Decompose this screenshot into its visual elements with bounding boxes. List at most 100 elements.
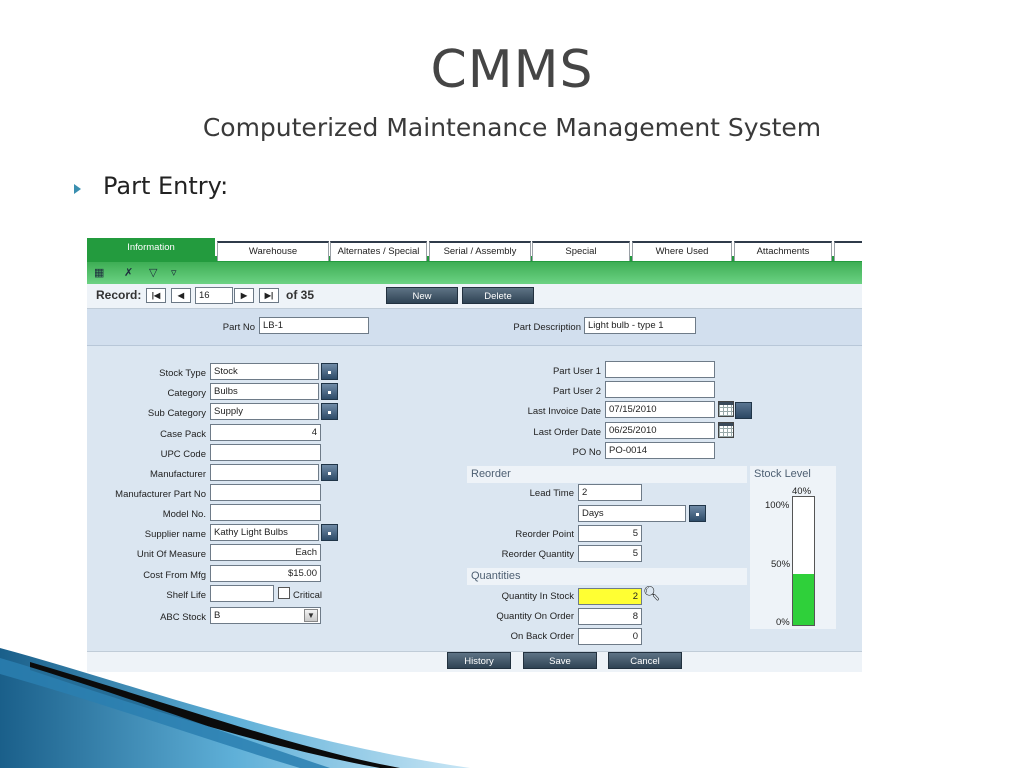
lead-time-field[interactable]: 2 [578, 484, 642, 501]
lead-time-unit-dropdown-button[interactable] [689, 505, 706, 522]
part-no-label: Part No [222, 322, 255, 333]
cost-from-mfg-field[interactable]: $15.00 [210, 565, 321, 582]
category-label: Category [167, 388, 206, 399]
last-record-button[interactable]: ▶| [259, 288, 279, 303]
calendar-clear-button[interactable] [735, 402, 752, 419]
tab-attachments[interactable]: Attachments [734, 241, 832, 261]
shelf-life-field[interactable] [210, 585, 274, 602]
part-user-2-field[interactable] [605, 381, 715, 398]
reorder-quantity-label: Reorder Quantity [501, 549, 574, 560]
slide-title: CMMS [430, 40, 594, 100]
unit-of-measure-field[interactable]: Each [210, 544, 321, 561]
last-invoice-date-field[interactable]: 07/15/2010 [605, 401, 715, 418]
stock-level-tick-50: 50% [771, 559, 791, 570]
new-button[interactable]: New [386, 287, 458, 304]
cost-from-mfg-label: Cost From Mfg [143, 570, 206, 581]
unit-of-measure-label: Unit Of Measure [136, 549, 206, 560]
upc-code-label: UPC Code [160, 449, 206, 460]
part-description-label: Part Description [513, 322, 581, 333]
part-entry-form: Information Warehouse Alternates / Speci… [87, 238, 862, 672]
decorative-swoosh [0, 648, 470, 768]
supplier-name-dropdown-button[interactable] [321, 524, 338, 541]
model-no-label: Model No. [162, 509, 206, 520]
record-number-input[interactable]: 16 [195, 287, 233, 304]
part-no-field[interactable]: LB-1 [259, 317, 369, 334]
quantity-in-stock-label: Quantity In Stock [501, 591, 574, 602]
tab-warehouse[interactable]: Warehouse [217, 241, 329, 261]
stock-level-gauge [792, 496, 815, 626]
on-back-order-field[interactable]: 0 [578, 628, 642, 645]
category-select[interactable]: Bulbs [210, 383, 319, 400]
tab-special[interactable]: Special [532, 241, 630, 261]
filter-apply-icon[interactable]: ▿ [171, 266, 177, 279]
critical-checkbox[interactable] [278, 587, 290, 599]
reorder-section-title: Reorder [467, 466, 747, 483]
magnifier-icon[interactable]: 🔍︎ [643, 585, 661, 602]
quantity-on-order-label: Quantity On Order [496, 611, 574, 622]
shelf-life-label: Shelf Life [166, 590, 206, 601]
reorder-point-field[interactable]: 5 [578, 525, 642, 542]
tab-where-used[interactable]: Where Used [632, 241, 732, 261]
part-description-field[interactable]: Light bulb - type 1 [584, 317, 696, 334]
calendar-icon[interactable] [718, 401, 734, 417]
upc-code-field[interactable] [210, 444, 321, 461]
case-pack-label: Case Pack [160, 429, 206, 440]
part-user-1-label: Part User 1 [552, 366, 601, 377]
reorder-point-label: Reorder Point [515, 529, 574, 540]
case-pack-field[interactable]: 4 [210, 424, 321, 441]
filter-remove-icon[interactable]: ✗ [124, 266, 133, 279]
stock-type-dropdown-button[interactable] [321, 363, 338, 380]
filter-icon[interactable]: ▽ [149, 266, 157, 279]
reorder-quantity-field[interactable]: 5 [578, 545, 642, 562]
tab-alternates-special[interactable]: Alternates / Special [330, 241, 427, 261]
delete-button[interactable]: Delete [462, 287, 534, 304]
toolbar [87, 262, 862, 284]
grid-icon[interactable]: ▦ [94, 266, 104, 279]
quantity-in-stock-field[interactable]: 2 [578, 588, 642, 605]
quantities-section-title: Quantities [467, 568, 747, 585]
stock-level-title: Stock Level [750, 466, 836, 483]
manufacturer-dropdown-button[interactable] [321, 464, 338, 481]
last-invoice-date-label: Last Invoice Date [527, 406, 601, 417]
chevron-down-icon[interactable]: ▼ [304, 609, 318, 622]
supplier-name-select[interactable]: Kathy Light Bulbs [210, 524, 319, 541]
stock-level-tick-0: 0% [776, 617, 790, 628]
tab-information[interactable]: Information [87, 238, 215, 262]
manufacturer-part-no-label: Manufacturer Part No [115, 489, 206, 500]
quantity-on-order-field[interactable]: 8 [578, 608, 642, 625]
sub-category-label: Sub Category [147, 408, 206, 419]
record-label: Record: [96, 288, 142, 302]
stock-type-label: Stock Type [159, 368, 206, 379]
record-total: of 35 [286, 288, 315, 302]
supplier-name-label: Supplier name [144, 529, 206, 540]
part-user-1-field[interactable] [605, 361, 715, 378]
part-user-2-label: Part User 2 [552, 386, 601, 397]
sub-category-select[interactable]: Supply [210, 403, 319, 420]
po-no-field[interactable]: PO-0014 [605, 442, 715, 459]
on-back-order-label: On Back Order [510, 631, 574, 642]
manufacturer-select[interactable] [210, 464, 319, 481]
last-order-date-field[interactable]: 06/25/2010 [605, 422, 715, 439]
stock-level-tick-100: 100% [765, 500, 790, 511]
stock-level-fill [793, 573, 814, 625]
stock-type-select[interactable]: Stock [210, 363, 319, 380]
next-record-button[interactable]: ▶ [234, 288, 254, 303]
manufacturer-label: Manufacturer [150, 469, 206, 480]
first-record-button[interactable]: |◀ [146, 288, 166, 303]
abc-stock-label: ABC Stock [160, 612, 206, 623]
category-dropdown-button[interactable] [321, 383, 338, 400]
tab-overflow[interactable] [834, 241, 862, 261]
save-button[interactable]: Save [523, 652, 597, 669]
calendar-icon[interactable] [718, 422, 734, 438]
lead-time-unit-select[interactable]: Days [578, 505, 686, 522]
sub-category-dropdown-button[interactable] [321, 403, 338, 420]
tab-serial-assembly[interactable]: Serial / Assembly [429, 241, 531, 261]
prev-record-button[interactable]: ◀ [171, 288, 191, 303]
bullet-text: Part Entry: [103, 172, 229, 200]
model-no-field[interactable] [210, 504, 321, 521]
cancel-button[interactable]: Cancel [608, 652, 682, 669]
bullet-arrow-icon [74, 184, 81, 194]
tab-bar: Information Warehouse Alternates / Speci… [87, 238, 862, 262]
manufacturer-part-no-field[interactable] [210, 484, 321, 501]
po-no-label: PO No [572, 447, 601, 458]
